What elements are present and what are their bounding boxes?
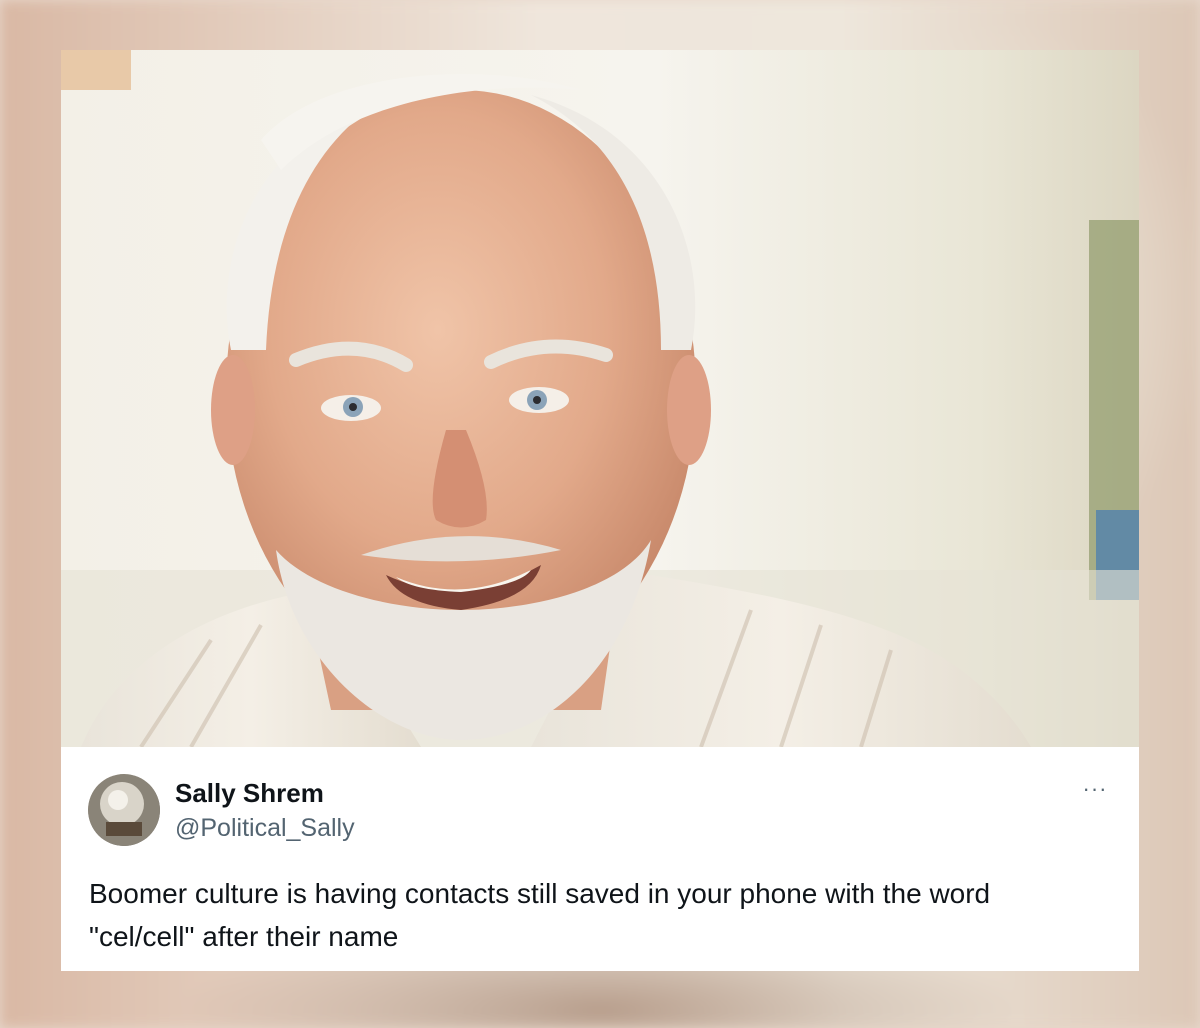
avatar-image xyxy=(88,774,160,846)
tweet-text: Boomer culture is having contacts still … xyxy=(89,878,991,952)
man-smiling-image xyxy=(61,50,1139,747)
meme-card: Sally Shrem @Political_Sally ··· Boomer … xyxy=(61,50,1139,971)
avatar[interactable] xyxy=(88,774,160,846)
tweet-card: Sally Shrem @Political_Sally ··· Boomer … xyxy=(61,747,1139,971)
display-name[interactable]: Sally Shrem xyxy=(175,778,324,809)
more-options-icon[interactable]: ··· xyxy=(1077,777,1113,801)
meme-photo xyxy=(61,50,1139,747)
user-handle[interactable]: @Political_Sally xyxy=(175,814,355,843)
